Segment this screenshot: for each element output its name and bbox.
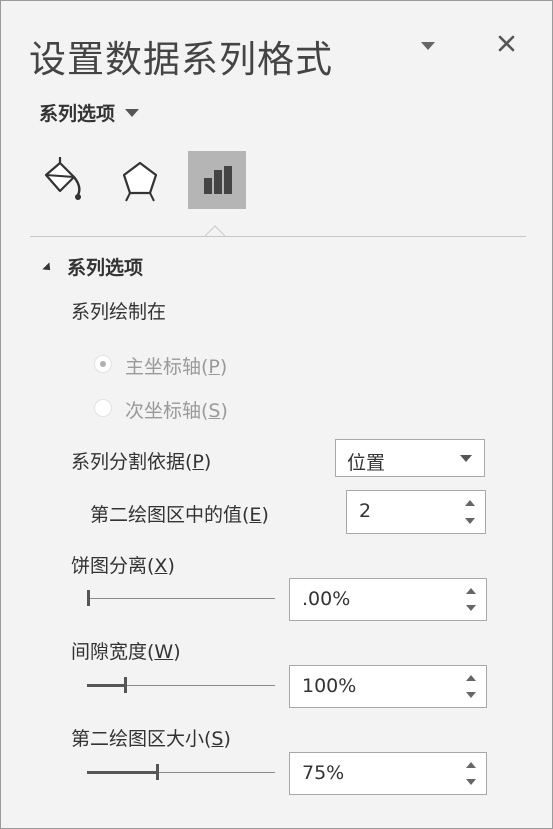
spin-down-icon[interactable]: [466, 605, 476, 611]
values-in-second-plot-value: 2: [359, 500, 372, 522]
spin-down-icon[interactable]: [466, 779, 476, 785]
slider-thumb[interactable]: [87, 590, 90, 606]
slider-fill: [87, 684, 125, 687]
tab-series-options[interactable]: [188, 151, 246, 209]
second-plot-size-label: 第二绘图区大小(S): [71, 728, 231, 750]
series-options-section-header[interactable]: 系列选项: [42, 253, 144, 280]
primary-axis-label: 主坐标轴(P): [125, 356, 228, 378]
chevron-down-icon: [460, 455, 472, 462]
close-icon: [498, 35, 515, 52]
values-in-second-plot-label: 第二绘图区中的值(E): [90, 504, 269, 526]
plot-series-on-label: 系列绘制在: [71, 301, 167, 323]
gap-width-slider[interactable]: [87, 675, 275, 695]
bar-chart-icon: [204, 166, 232, 194]
gap-width-value: 100%: [302, 675, 357, 697]
secondary-axis-label: 次坐标轴(S): [125, 400, 228, 422]
radio-selected-dot: [100, 361, 106, 367]
pie-explosion-slider[interactable]: [87, 588, 275, 608]
second-plot-size-slider[interactable]: [87, 762, 275, 782]
chevron-down-icon: [421, 42, 435, 50]
split-series-by-select[interactable]: 位置: [335, 439, 485, 477]
format-data-series-pane: 设置数据系列格式 系列选项 系列选项 系列绘制在 主坐标轴(P) 次坐标轴(S)…: [0, 0, 553, 829]
values-in-second-plot-stepper[interactable]: 2: [346, 490, 486, 534]
active-tab-pointer: [205, 225, 225, 237]
series-options-dropdown-label: 系列选项: [39, 103, 116, 125]
split-series-by-value: 位置: [347, 452, 386, 474]
gap-width-label: 间隙宽度(W): [71, 641, 181, 663]
spin-up-icon[interactable]: [466, 588, 476, 594]
slider-thumb[interactable]: [124, 677, 127, 693]
series-options-dropdown[interactable]: 系列选项: [39, 99, 140, 126]
spin-down-icon[interactable]: [466, 692, 476, 698]
split-series-by-label: 系列分割依据(P): [71, 451, 212, 473]
pie-explosion-value: .00%: [302, 588, 351, 610]
spin-up-icon[interactable]: [466, 762, 476, 768]
secondary-axis-radio[interactable]: [94, 399, 112, 417]
tab-effects[interactable]: [111, 151, 169, 209]
spin-up-icon[interactable]: [465, 500, 475, 506]
second-plot-size-value: 75%: [302, 762, 345, 784]
slider-track: [87, 598, 275, 599]
chevron-down-icon: [125, 108, 140, 117]
pie-explosion-label: 饼图分离(X): [71, 555, 175, 577]
spin-up-icon[interactable]: [466, 675, 476, 681]
pentagon-icon: [122, 161, 158, 202]
pane-options-menu[interactable]: [417, 38, 439, 54]
second-plot-size-stepper[interactable]: 75%: [289, 752, 487, 795]
gap-width-stepper[interactable]: 100%: [289, 665, 487, 708]
pie-explosion-stepper[interactable]: .00%: [289, 578, 487, 621]
pane-title: 设置数据系列格式: [29, 38, 333, 81]
slider-thumb[interactable]: [156, 764, 159, 780]
paint-bucket-icon: [44, 157, 81, 200]
close-button[interactable]: [493, 30, 521, 58]
tab-divider: [30, 236, 526, 237]
primary-axis-radio[interactable]: [94, 355, 112, 373]
collapse-triangle-icon: [42, 261, 54, 274]
section-title: 系列选项: [67, 257, 144, 279]
slider-fill: [87, 771, 157, 774]
spin-down-icon[interactable]: [465, 518, 475, 524]
tab-fill-line[interactable]: [33, 151, 91, 209]
